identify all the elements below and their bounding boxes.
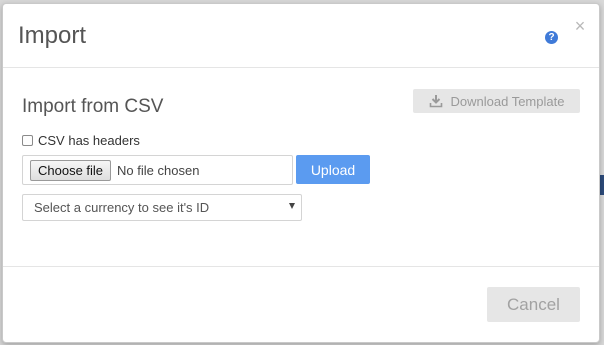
download-template-button[interactable]: Download Template	[413, 89, 580, 113]
caret-down-icon	[289, 203, 295, 209]
csv-headers-label[interactable]: CSV has headers	[38, 133, 140, 148]
selected-file-text: No file chosen	[117, 162, 200, 178]
section-title: Import from CSV	[22, 96, 164, 117]
currency-select[interactable]: Select a currency to see it's ID	[22, 194, 302, 221]
csv-file-input[interactable]: Choose file No file chosen	[22, 155, 293, 185]
upload-button[interactable]: Upload	[296, 155, 370, 184]
download-icon	[429, 94, 443, 108]
choose-file-button[interactable]: Choose file	[30, 159, 112, 181]
dialog-header: Import ? ×	[3, 4, 599, 68]
dialog-body: Import from CSV Download Template CSV ha…	[3, 68, 599, 267]
import-dialog: Import ? × Import from CSV Download Temp…	[2, 3, 600, 343]
background-page-edge	[600, 175, 604, 195]
cancel-button[interactable]: Cancel	[487, 287, 580, 322]
dialog-title: Import	[18, 22, 87, 49]
currency-select-value: Select a currency to see it's ID	[34, 200, 210, 215]
download-template-label: Download Template	[450, 93, 565, 109]
question-circle-icon[interactable]: ?	[545, 31, 558, 44]
csv-headers-checkbox[interactable]	[22, 134, 33, 146]
close-icon[interactable]: ×	[573, 17, 587, 35]
csv-headers-option: CSV has headers	[22, 132, 140, 148]
